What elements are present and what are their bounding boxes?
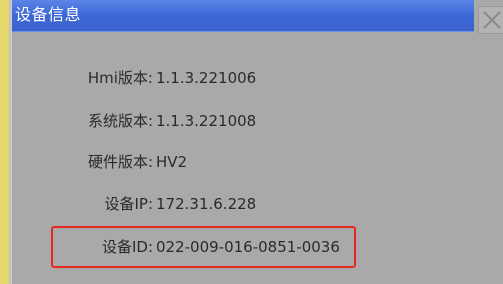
field-label: 设备IP: <box>104 195 153 213</box>
field-row-hmi-version: Hmi版本: 1.1.3.221006 <box>12 63 472 93</box>
close-button[interactable] <box>478 6 503 34</box>
dialog-title: 设备信息 <box>15 5 82 24</box>
dialog-titlebar[interactable]: 设备信息 <box>12 0 474 32</box>
field-value: 1.1.3.221006 <box>156 69 257 87</box>
field-row-hardware-version: 硬件版本: HV2 <box>12 147 472 177</box>
device-info-dialog: 设备信息 Hmi版本: 1.1.3.221006 系统版本: 1.1.3.221… <box>11 0 503 284</box>
background-window-edge <box>0 0 9 284</box>
close-icon <box>483 11 501 29</box>
field-value: 172.31.6.228 <box>156 195 257 213</box>
field-value: 1.1.3.221008 <box>156 112 257 130</box>
device-id-highlight-box <box>51 226 356 268</box>
field-row-device-ip: 设备IP: 172.31.6.228 <box>12 189 472 219</box>
field-label: 硬件版本: <box>87 153 153 171</box>
field-row-system-version: 系统版本: 1.1.3.221008 <box>12 106 472 136</box>
field-value: HV2 <box>156 153 188 171</box>
field-label: Hmi版本: <box>87 69 153 87</box>
field-label: 系统版本: <box>87 112 153 130</box>
screenshot-stage: 设备信息 Hmi版本: 1.1.3.221006 系统版本: 1.1.3.221… <box>0 0 503 284</box>
